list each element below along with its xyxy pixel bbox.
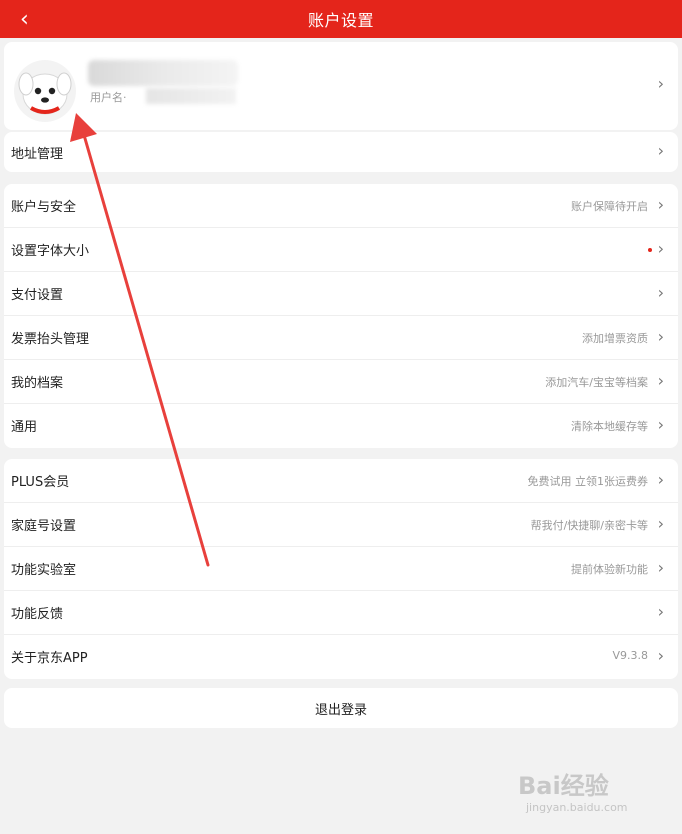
chevron-right-icon: ›	[657, 327, 664, 346]
settings-row-font-size[interactable]: 设置字体大小 ›	[4, 228, 678, 272]
watermark-url: jingyan.baidu.com	[526, 801, 628, 814]
chevron-right-icon: ›	[657, 558, 664, 577]
chevron-right-icon: ›	[657, 239, 664, 258]
settings-row-profile-files[interactable]: 我的档案 添加汽车/宝宝等档案 ›	[4, 360, 678, 404]
profile-username-redacted	[146, 88, 236, 104]
row-value: 添加汽车/宝宝等档案	[545, 376, 648, 389]
logout-button[interactable]: 退出登录	[4, 688, 678, 728]
row-label: 功能实验室	[11, 563, 77, 578]
row-value: 账户保障待开启	[571, 200, 648, 213]
dog-mascot-icon	[18, 72, 72, 115]
settings-row-about-app[interactable]: 关于京东APP V9.3.8 ›	[4, 635, 678, 679]
app-header: ‹ 账户设置	[0, 0, 682, 38]
chevron-right-icon: ›	[657, 195, 664, 214]
settings-row-address[interactable]: 地址管理 ›	[4, 132, 678, 172]
settings-row-plus-member[interactable]: PLUS会员 免费试用 立领1张运费券 ›	[4, 459, 678, 503]
row-label: 地址管理	[11, 147, 64, 162]
logout-card: 退出登录	[4, 688, 678, 728]
chevron-right-icon: ›	[657, 602, 664, 621]
notification-dot-icon	[648, 248, 652, 252]
profile-card[interactable]: 用户名· ›	[4, 42, 678, 130]
avatar[interactable]	[14, 60, 76, 122]
settings-row-general[interactable]: 通用 清除本地缓存等 ›	[4, 404, 678, 448]
row-label: 发票抬头管理	[11, 332, 90, 347]
watermark-logo: Bai经验	[518, 772, 609, 800]
chevron-right-icon: ›	[657, 470, 664, 489]
row-label: 关于京东APP	[11, 651, 88, 666]
chevron-right-icon: ›	[657, 283, 664, 302]
settings-group-services: PLUS会员 免费试用 立领1张运费券 › 家庭号设置 帮我付/快捷聊/亲密卡等…	[4, 459, 678, 679]
chevron-right-icon: ›	[657, 415, 664, 434]
back-chevron-icon[interactable]: ‹	[20, 7, 29, 32]
row-label: 功能反馈	[11, 607, 64, 622]
row-value: V9.3.8	[612, 649, 648, 662]
settings-row-family-account[interactable]: 家庭号设置 帮我付/快捷聊/亲密卡等 ›	[4, 503, 678, 547]
address-card[interactable]: 地址管理 ›	[4, 132, 678, 172]
row-label: PLUS会员	[11, 475, 70, 490]
chevron-right-icon: ›	[657, 74, 664, 93]
row-label: 账户与安全	[11, 200, 77, 215]
row-label: 设置字体大小	[11, 244, 90, 259]
row-label: 家庭号设置	[11, 519, 77, 534]
row-value: 清除本地缓存等	[571, 420, 648, 433]
settings-row-invoice[interactable]: 发票抬头管理 添加增票资质 ›	[4, 316, 678, 360]
settings-row-feedback[interactable]: 功能反馈 ›	[4, 591, 678, 635]
profile-username-label: 用户名·	[90, 91, 127, 104]
row-value: 帮我付/快捷聊/亲密卡等	[530, 519, 648, 532]
settings-row-payment[interactable]: 支付设置 ›	[4, 272, 678, 316]
row-value: 添加增票资质	[582, 332, 648, 345]
chevron-right-icon: ›	[657, 141, 664, 160]
chevron-right-icon: ›	[657, 646, 664, 665]
row-label: 支付设置	[11, 288, 64, 303]
settings-row-feature-lab[interactable]: 功能实验室 提前体验新功能 ›	[4, 547, 678, 591]
row-value: 提前体验新功能	[571, 563, 648, 576]
settings-row-account-security[interactable]: 账户与安全 账户保障待开启 ›	[4, 184, 678, 228]
row-label: 通用	[11, 420, 38, 435]
row-value: 免费试用 立领1张运费券	[527, 475, 649, 488]
settings-group-account: 账户与安全 账户保障待开启 › 设置字体大小 › 支付设置 › 发票抬头管理 添…	[4, 184, 678, 448]
chevron-right-icon: ›	[657, 371, 664, 390]
profile-name-redacted	[88, 60, 238, 86]
watermark: Bai经验 jingyan.baidu.com	[518, 766, 628, 814]
page-title: 账户设置	[307, 11, 374, 30]
row-label: 我的档案	[11, 376, 64, 391]
chevron-right-icon: ›	[657, 514, 664, 533]
